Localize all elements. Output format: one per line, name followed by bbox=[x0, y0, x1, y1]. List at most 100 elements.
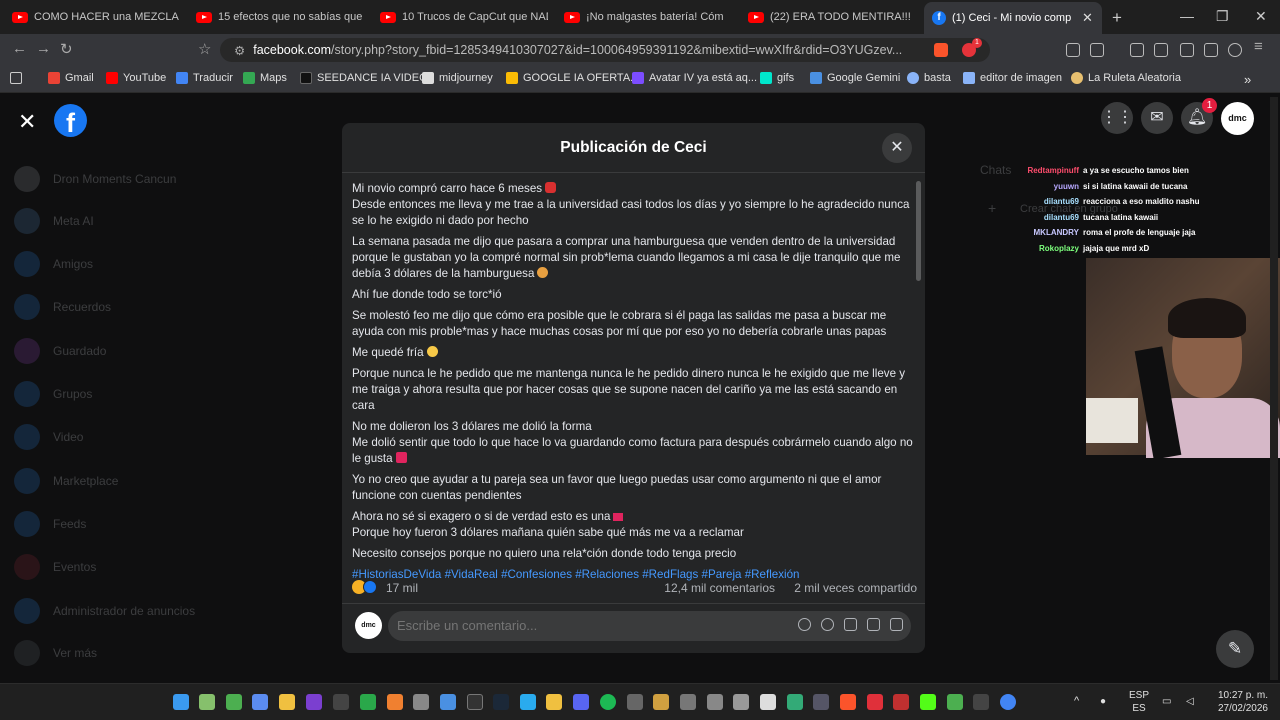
nav-item-video[interactable]: Video bbox=[14, 424, 83, 450]
site-info-icon[interactable]: ⚙ bbox=[234, 43, 245, 58]
app-icon[interactable] bbox=[279, 694, 295, 710]
bookmark-gifs[interactable]: gifs bbox=[760, 72, 794, 84]
bookmarks-overflow-icon[interactable]: » bbox=[1244, 72, 1251, 87]
gif-icon[interactable] bbox=[867, 618, 880, 631]
bookmark-youtube[interactable]: YouTube bbox=[106, 72, 166, 84]
brave-shield-icon[interactable] bbox=[934, 43, 948, 57]
steam-icon[interactable] bbox=[493, 694, 509, 710]
app-icon[interactable] bbox=[226, 694, 242, 710]
avatar-sticker-icon[interactable] bbox=[798, 618, 811, 631]
discord-icon[interactable] bbox=[573, 694, 589, 710]
vpn-icon[interactable] bbox=[1228, 43, 1242, 57]
browser-tab-active[interactable]: f (1) Ceci - Mi novio compró ✕ bbox=[924, 2, 1102, 34]
wallet-icon[interactable] bbox=[1180, 43, 1194, 57]
new-message-button[interactable]: ✎ bbox=[1216, 630, 1254, 668]
reactions-count[interactable]: 17 mil bbox=[386, 581, 418, 595]
language-indicator[interactable]: ESP ES bbox=[1124, 689, 1154, 715]
bookmark-avatar[interactable]: Avatar IV ya está aq... bbox=[632, 72, 757, 84]
nav-item-amigos[interactable]: Amigos bbox=[14, 251, 93, 277]
menu-icon[interactable]: ≡ bbox=[1254, 38, 1263, 55]
media-icon[interactable] bbox=[1130, 43, 1144, 57]
folder-icon[interactable] bbox=[546, 694, 562, 710]
app-icon[interactable] bbox=[413, 694, 429, 710]
modal-scrollbar[interactable] bbox=[916, 181, 921, 281]
app-icon[interactable] bbox=[387, 694, 403, 710]
nav-item-marketplace[interactable]: Marketplace bbox=[14, 468, 118, 494]
bookmark-traducir[interactable]: Traducir bbox=[176, 72, 233, 84]
minimize-button[interactable]: — bbox=[1180, 8, 1194, 24]
account-avatar[interactable]: dmc bbox=[1221, 102, 1254, 135]
browser-tab[interactable]: ¡No malgastes batería! Cóm bbox=[564, 4, 726, 30]
shares-count[interactable]: 2 mil veces compartido bbox=[794, 581, 917, 595]
app-icon[interactable] bbox=[252, 694, 268, 710]
page-scrollbar[interactable] bbox=[1270, 97, 1278, 680]
telegram-icon[interactable] bbox=[520, 694, 536, 710]
leo-ai-icon[interactable] bbox=[1204, 43, 1218, 57]
app-icon[interactable] bbox=[467, 694, 483, 710]
app-icon[interactable] bbox=[867, 694, 883, 710]
app-icon[interactable] bbox=[306, 694, 322, 710]
app-icon[interactable] bbox=[653, 694, 669, 710]
app-icon[interactable] bbox=[893, 694, 909, 710]
bookmark-midjourney[interactable]: midjourney bbox=[422, 72, 493, 84]
sidebar-icon[interactable] bbox=[1154, 43, 1168, 57]
clock[interactable]: 10:27 p. m. 27/02/2026 bbox=[1206, 689, 1268, 715]
capcut-icon[interactable] bbox=[760, 694, 776, 710]
forward-button[interactable]: → bbox=[36, 40, 51, 57]
reload-button[interactable]: ↻ bbox=[60, 40, 73, 58]
app-icon[interactable] bbox=[733, 694, 749, 710]
kick-icon[interactable] bbox=[920, 694, 936, 710]
app-icon[interactable] bbox=[813, 694, 829, 710]
maximize-button[interactable]: ❐ bbox=[1216, 8, 1229, 25]
nav-item-eventos[interactable]: Eventos bbox=[14, 554, 96, 580]
app-icon[interactable] bbox=[973, 694, 989, 710]
create-group-icon[interactable]: + bbox=[988, 200, 996, 216]
settings-icon[interactable] bbox=[440, 694, 456, 710]
spotify-icon[interactable] bbox=[600, 694, 616, 710]
nav-item-guardado[interactable]: Guardado bbox=[14, 338, 106, 364]
bookmark-gemini[interactable]: Google Gemini bbox=[810, 72, 900, 84]
browser-tab[interactable]: (22) ERA TODO MENTIRA!!! - Yo bbox=[748, 4, 914, 30]
screenshot-icon[interactable] bbox=[1090, 43, 1104, 57]
facebook-logo[interactable]: f bbox=[54, 104, 87, 138]
close-tab-icon[interactable]: ✕ bbox=[1082, 10, 1093, 26]
messenger-icon[interactable]: ✉ bbox=[1141, 102, 1173, 134]
volume-icon[interactable]: ◁ bbox=[1186, 695, 1194, 708]
nav-item-ver-mas[interactable]: Ver más bbox=[14, 640, 97, 666]
camera-icon[interactable] bbox=[844, 618, 857, 631]
comments-count[interactable]: 12,4 mil comentarios bbox=[664, 581, 775, 595]
app-icon[interactable] bbox=[627, 694, 643, 710]
like-reaction-icon[interactable] bbox=[363, 580, 377, 594]
microphone-tray-icon[interactable]: ● bbox=[1100, 695, 1106, 708]
nav-item-grupos[interactable]: Grupos bbox=[14, 381, 92, 407]
camera-app-icon[interactable] bbox=[707, 694, 723, 710]
bookmark-basta[interactable]: basta bbox=[907, 72, 951, 84]
bookmark-icon[interactable]: ☆ bbox=[198, 40, 211, 58]
menu-grid-icon[interactable]: ⋮⋮ bbox=[1101, 102, 1133, 134]
apps-icon[interactable] bbox=[10, 72, 27, 84]
bookmark-google-ia[interactable]: GOOGLE IA OFERTA... bbox=[506, 72, 639, 84]
browser-tab[interactable]: COMO HACER una MEZCLA D bbox=[12, 4, 180, 30]
app-icon[interactable] bbox=[360, 694, 376, 710]
bookmark-ruleta[interactable]: La Ruleta Aleatoria bbox=[1071, 72, 1181, 84]
bookmark-gmail[interactable]: Gmail bbox=[48, 72, 94, 84]
browser-tab[interactable]: 10 Trucos de CapCut que NADIE bbox=[380, 4, 548, 30]
sticker-icon[interactable] bbox=[890, 618, 903, 631]
new-tab-button[interactable]: + bbox=[1112, 8, 1122, 28]
tray-overflow-icon[interactable]: ^ bbox=[1074, 695, 1079, 708]
app-icon[interactable] bbox=[947, 694, 963, 710]
bookmark-editor[interactable]: editor de imagen bbox=[963, 72, 1062, 84]
app-icon[interactable] bbox=[787, 694, 803, 710]
nav-item-profile[interactable]: Dron Moments Cancun bbox=[14, 166, 176, 192]
network-icon[interactable]: ▭ bbox=[1162, 695, 1171, 708]
nav-item-feeds[interactable]: Feeds bbox=[14, 511, 86, 537]
nav-item-ads[interactable]: Administrador de anuncios bbox=[14, 598, 195, 624]
app-icon[interactable] bbox=[199, 694, 215, 710]
nav-item-meta-ai[interactable]: Meta AI bbox=[14, 208, 94, 234]
bookmark-seedance[interactable]: SEEDANCE IA VIDEO bbox=[300, 72, 428, 84]
browser-tab[interactable]: 15 efectos que no sabías que ex bbox=[196, 4, 364, 30]
start-icon[interactable] bbox=[173, 694, 189, 710]
bookmark-maps[interactable]: Maps bbox=[243, 72, 287, 84]
brave-icon[interactable] bbox=[840, 694, 856, 710]
back-button[interactable]: ← bbox=[12, 40, 27, 57]
